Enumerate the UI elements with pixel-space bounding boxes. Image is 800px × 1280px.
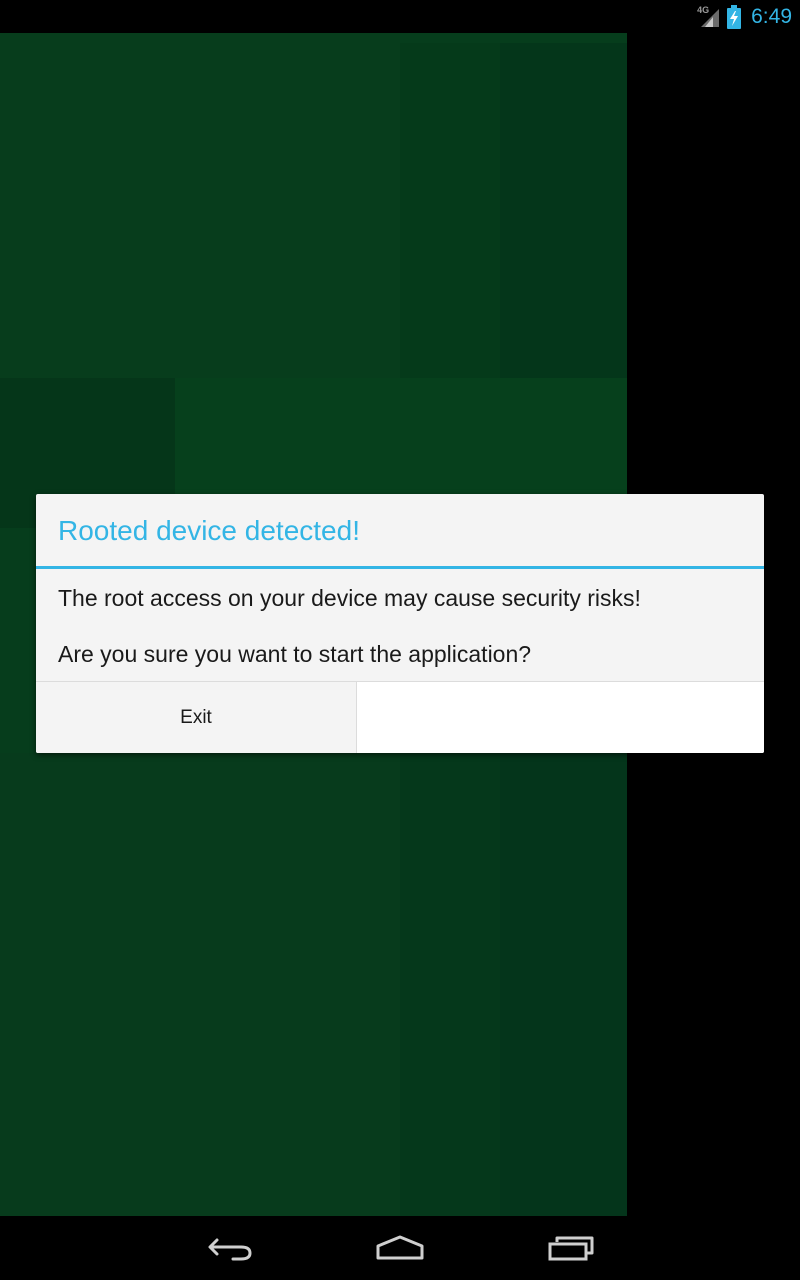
signal-icon <box>701 9 720 27</box>
clock: 6:49 <box>751 5 792 28</box>
continue-button[interactable] <box>357 682 764 753</box>
background-tile <box>500 753 627 1216</box>
status-bar: 4G 6:49 <box>0 0 800 33</box>
dialog-title: Rooted device detected! <box>58 515 360 546</box>
title-divider <box>36 566 764 569</box>
recent-apps-icon <box>548 1236 594 1261</box>
background-tile <box>400 43 500 378</box>
root-warning-dialog: Rooted device detected! The root access … <box>36 494 764 753</box>
background-tile <box>0 33 400 378</box>
battery-charging-icon <box>727 5 742 29</box>
dialog-message-warning: The root access on your device may cause… <box>58 585 641 611</box>
dialog-button-bar: Exit <box>36 681 764 753</box>
home-button[interactable] <box>360 1230 440 1266</box>
recent-apps-button[interactable] <box>531 1230 611 1266</box>
home-icon <box>376 1235 424 1260</box>
back-icon <box>208 1238 252 1261</box>
background-tile <box>0 753 400 1216</box>
status-icons: 4G 6:49 <box>697 4 792 30</box>
screen: 4G 6:49 Rooted device detected! The root… <box>0 0 800 1280</box>
exit-button[interactable]: Exit <box>36 682 357 753</box>
signal-indicator: 4G <box>697 5 721 29</box>
background-tile <box>400 753 500 1216</box>
navigation-bar <box>0 1216 800 1280</box>
back-button[interactable] <box>190 1230 270 1266</box>
dialog-message-question: Are you sure you want to start the appli… <box>58 641 532 667</box>
background-tile <box>500 43 627 378</box>
